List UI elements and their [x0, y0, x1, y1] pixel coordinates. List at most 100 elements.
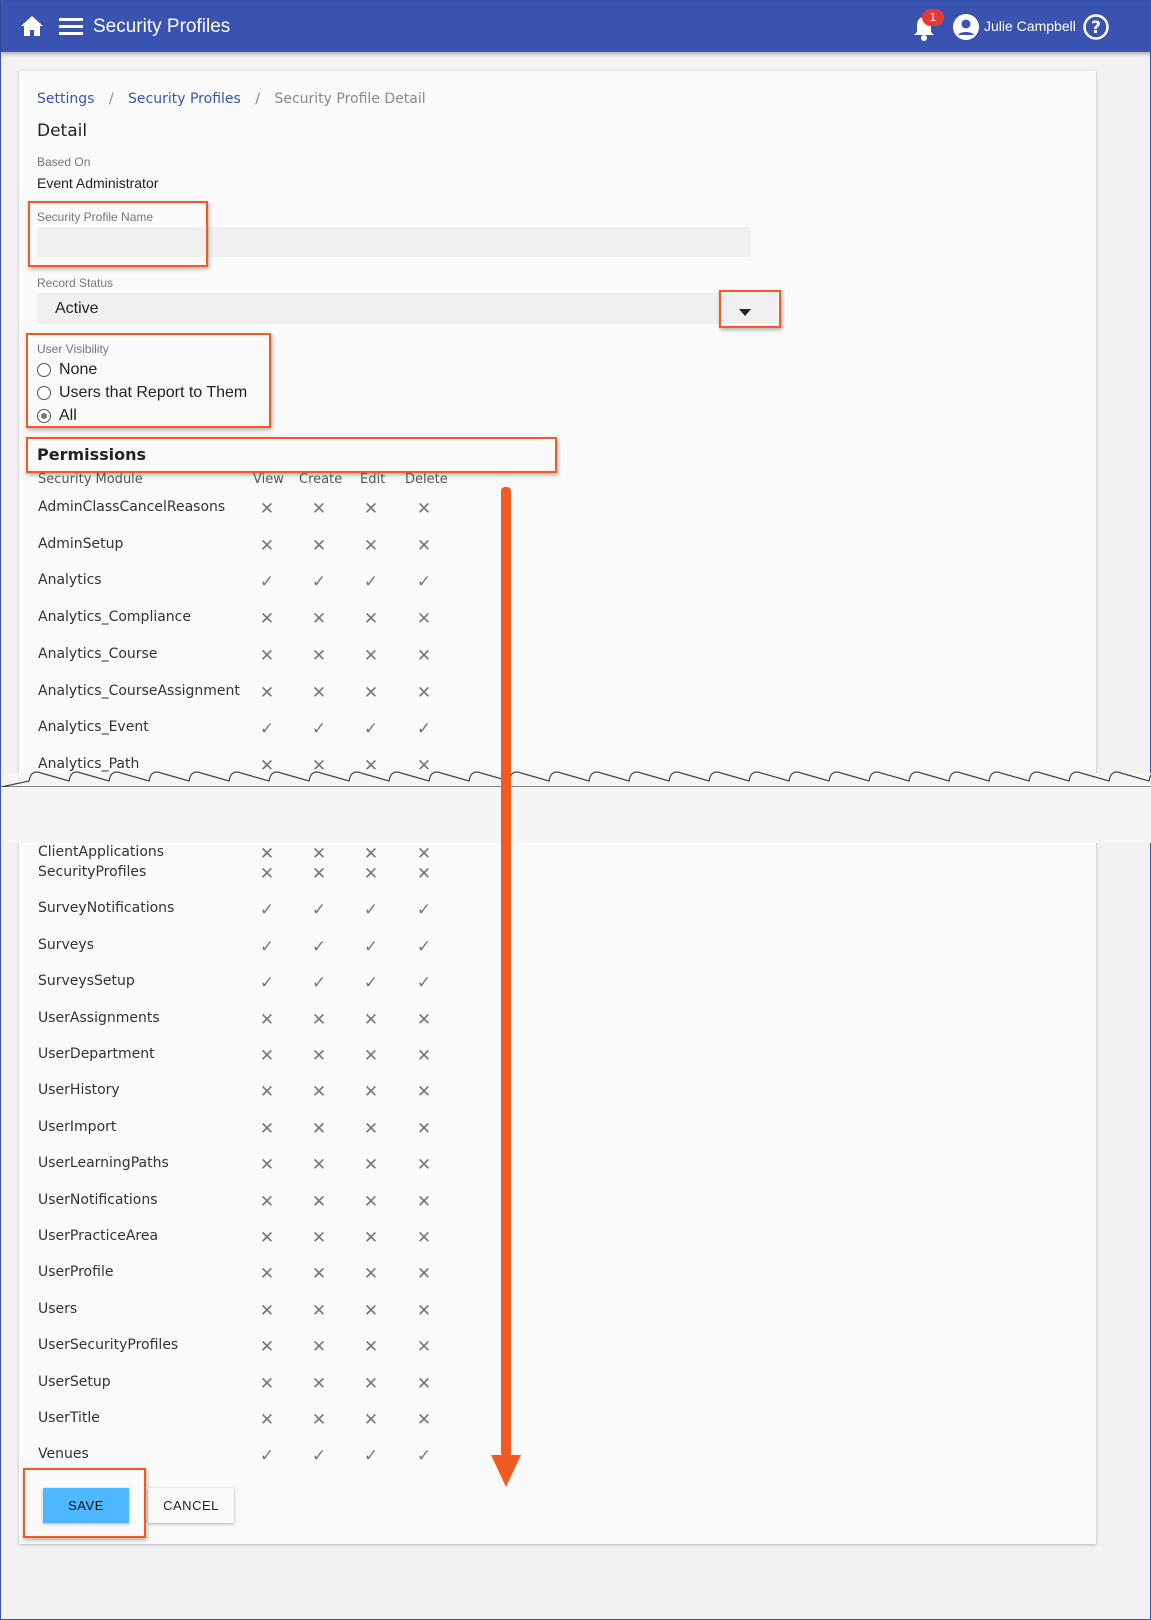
help-icon[interactable]: ?: [1083, 14, 1109, 40]
x-icon[interactable]: ✕: [361, 844, 381, 864]
check-icon[interactable]: ✓: [361, 937, 381, 957]
check-icon[interactable]: ✓: [361, 572, 381, 592]
x-icon[interactable]: ✕: [414, 1155, 434, 1175]
x-icon[interactable]: ✕: [257, 1082, 277, 1102]
check-icon[interactable]: ✓: [257, 973, 277, 993]
x-icon[interactable]: ✕: [257, 1155, 277, 1175]
x-icon[interactable]: ✕: [414, 1337, 434, 1357]
x-icon[interactable]: ✕: [414, 683, 434, 703]
x-icon[interactable]: ✕: [309, 1082, 329, 1102]
check-icon[interactable]: ✓: [361, 900, 381, 920]
x-icon[interactable]: ✕: [414, 1264, 434, 1284]
check-icon[interactable]: ✓: [257, 1446, 277, 1466]
check-icon[interactable]: ✓: [309, 937, 329, 957]
x-icon[interactable]: ✕: [361, 1228, 381, 1248]
x-icon[interactable]: ✕: [361, 1010, 381, 1030]
x-icon[interactable]: ✕: [361, 1301, 381, 1321]
x-icon[interactable]: ✕: [361, 1264, 381, 1284]
check-icon[interactable]: ✓: [414, 900, 434, 920]
x-icon[interactable]: ✕: [414, 609, 434, 629]
x-icon[interactable]: ✕: [257, 1228, 277, 1248]
x-icon[interactable]: ✕: [257, 536, 277, 556]
check-icon[interactable]: ✓: [257, 719, 277, 739]
x-icon[interactable]: ✕: [257, 1410, 277, 1430]
check-icon[interactable]: ✓: [309, 719, 329, 739]
x-icon[interactable]: ✕: [414, 1374, 434, 1394]
x-icon[interactable]: ✕: [257, 609, 277, 629]
breadcrumb-settings[interactable]: Settings: [37, 91, 94, 107]
check-icon[interactable]: ✓: [414, 572, 434, 592]
x-icon[interactable]: ✕: [257, 1264, 277, 1284]
x-icon[interactable]: ✕: [309, 1410, 329, 1430]
check-icon[interactable]: ✓: [257, 937, 277, 957]
x-icon[interactable]: ✕: [309, 536, 329, 556]
check-icon[interactable]: ✓: [414, 719, 434, 739]
account-icon[interactable]: [953, 14, 979, 40]
x-icon[interactable]: ✕: [361, 1046, 381, 1066]
x-icon[interactable]: ✕: [257, 499, 277, 519]
x-icon[interactable]: ✕: [257, 844, 277, 864]
check-icon[interactable]: ✓: [361, 1446, 381, 1466]
x-icon[interactable]: ✕: [414, 864, 434, 884]
x-icon[interactable]: ✕: [361, 609, 381, 629]
x-icon[interactable]: ✕: [257, 1119, 277, 1139]
check-icon[interactable]: ✓: [361, 719, 381, 739]
check-icon[interactable]: ✓: [257, 900, 277, 920]
x-icon[interactable]: ✕: [309, 844, 329, 864]
x-icon[interactable]: ✕: [414, 646, 434, 666]
x-icon[interactable]: ✕: [257, 864, 277, 884]
x-icon[interactable]: ✕: [414, 1301, 434, 1321]
check-icon[interactable]: ✓: [414, 1446, 434, 1466]
x-icon[interactable]: ✕: [414, 1046, 434, 1066]
menu-icon[interactable]: [59, 18, 83, 36]
x-icon[interactable]: ✕: [414, 499, 434, 519]
x-icon[interactable]: ✕: [309, 646, 329, 666]
x-icon[interactable]: ✕: [257, 1010, 277, 1030]
user-name[interactable]: Julie Campbell: [984, 18, 1076, 34]
x-icon[interactable]: ✕: [309, 1010, 329, 1030]
x-icon[interactable]: ✕: [361, 1119, 381, 1139]
x-icon[interactable]: ✕: [257, 646, 277, 666]
x-icon[interactable]: ✕: [414, 1010, 434, 1030]
x-icon[interactable]: ✕: [309, 499, 329, 519]
x-icon[interactable]: ✕: [309, 1046, 329, 1066]
x-icon[interactable]: ✕: [309, 864, 329, 884]
x-icon[interactable]: ✕: [257, 1046, 277, 1066]
x-icon[interactable]: ✕: [414, 1119, 434, 1139]
x-icon[interactable]: ✕: [257, 1301, 277, 1321]
x-icon[interactable]: ✕: [361, 1082, 381, 1102]
x-icon[interactable]: ✕: [414, 1192, 434, 1212]
x-icon[interactable]: ✕: [414, 844, 434, 864]
x-icon[interactable]: ✕: [414, 536, 434, 556]
x-icon[interactable]: ✕: [361, 1192, 381, 1212]
check-icon[interactable]: ✓: [361, 973, 381, 993]
x-icon[interactable]: ✕: [257, 1337, 277, 1357]
x-icon[interactable]: ✕: [309, 1374, 329, 1394]
x-icon[interactable]: ✕: [309, 609, 329, 629]
home-icon[interactable]: [20, 15, 44, 37]
breadcrumb-security-profiles[interactable]: Security Profiles: [128, 91, 241, 107]
x-icon[interactable]: ✕: [361, 683, 381, 703]
cancel-button[interactable]: CANCEL: [148, 1488, 234, 1523]
x-icon[interactable]: ✕: [309, 1301, 329, 1321]
check-icon[interactable]: ✓: [414, 973, 434, 993]
check-icon[interactable]: ✓: [309, 1446, 329, 1466]
x-icon[interactable]: ✕: [309, 1337, 329, 1357]
check-icon[interactable]: ✓: [414, 937, 434, 957]
x-icon[interactable]: ✕: [414, 1228, 434, 1248]
x-icon[interactable]: ✕: [361, 536, 381, 556]
x-icon[interactable]: ✕: [361, 1337, 381, 1357]
x-icon[interactable]: ✕: [361, 1374, 381, 1394]
x-icon[interactable]: ✕: [257, 1192, 277, 1212]
check-icon[interactable]: ✓: [309, 900, 329, 920]
record-status-select[interactable]: Active: [37, 293, 777, 324]
x-icon[interactable]: ✕: [361, 646, 381, 666]
check-icon[interactable]: ✓: [309, 973, 329, 993]
x-icon[interactable]: ✕: [257, 1374, 277, 1394]
x-icon[interactable]: ✕: [361, 864, 381, 884]
x-icon[interactable]: ✕: [309, 1155, 329, 1175]
x-icon[interactable]: ✕: [309, 1264, 329, 1284]
x-icon[interactable]: ✕: [309, 683, 329, 703]
x-icon[interactable]: ✕: [414, 1410, 434, 1430]
x-icon[interactable]: ✕: [361, 1410, 381, 1430]
